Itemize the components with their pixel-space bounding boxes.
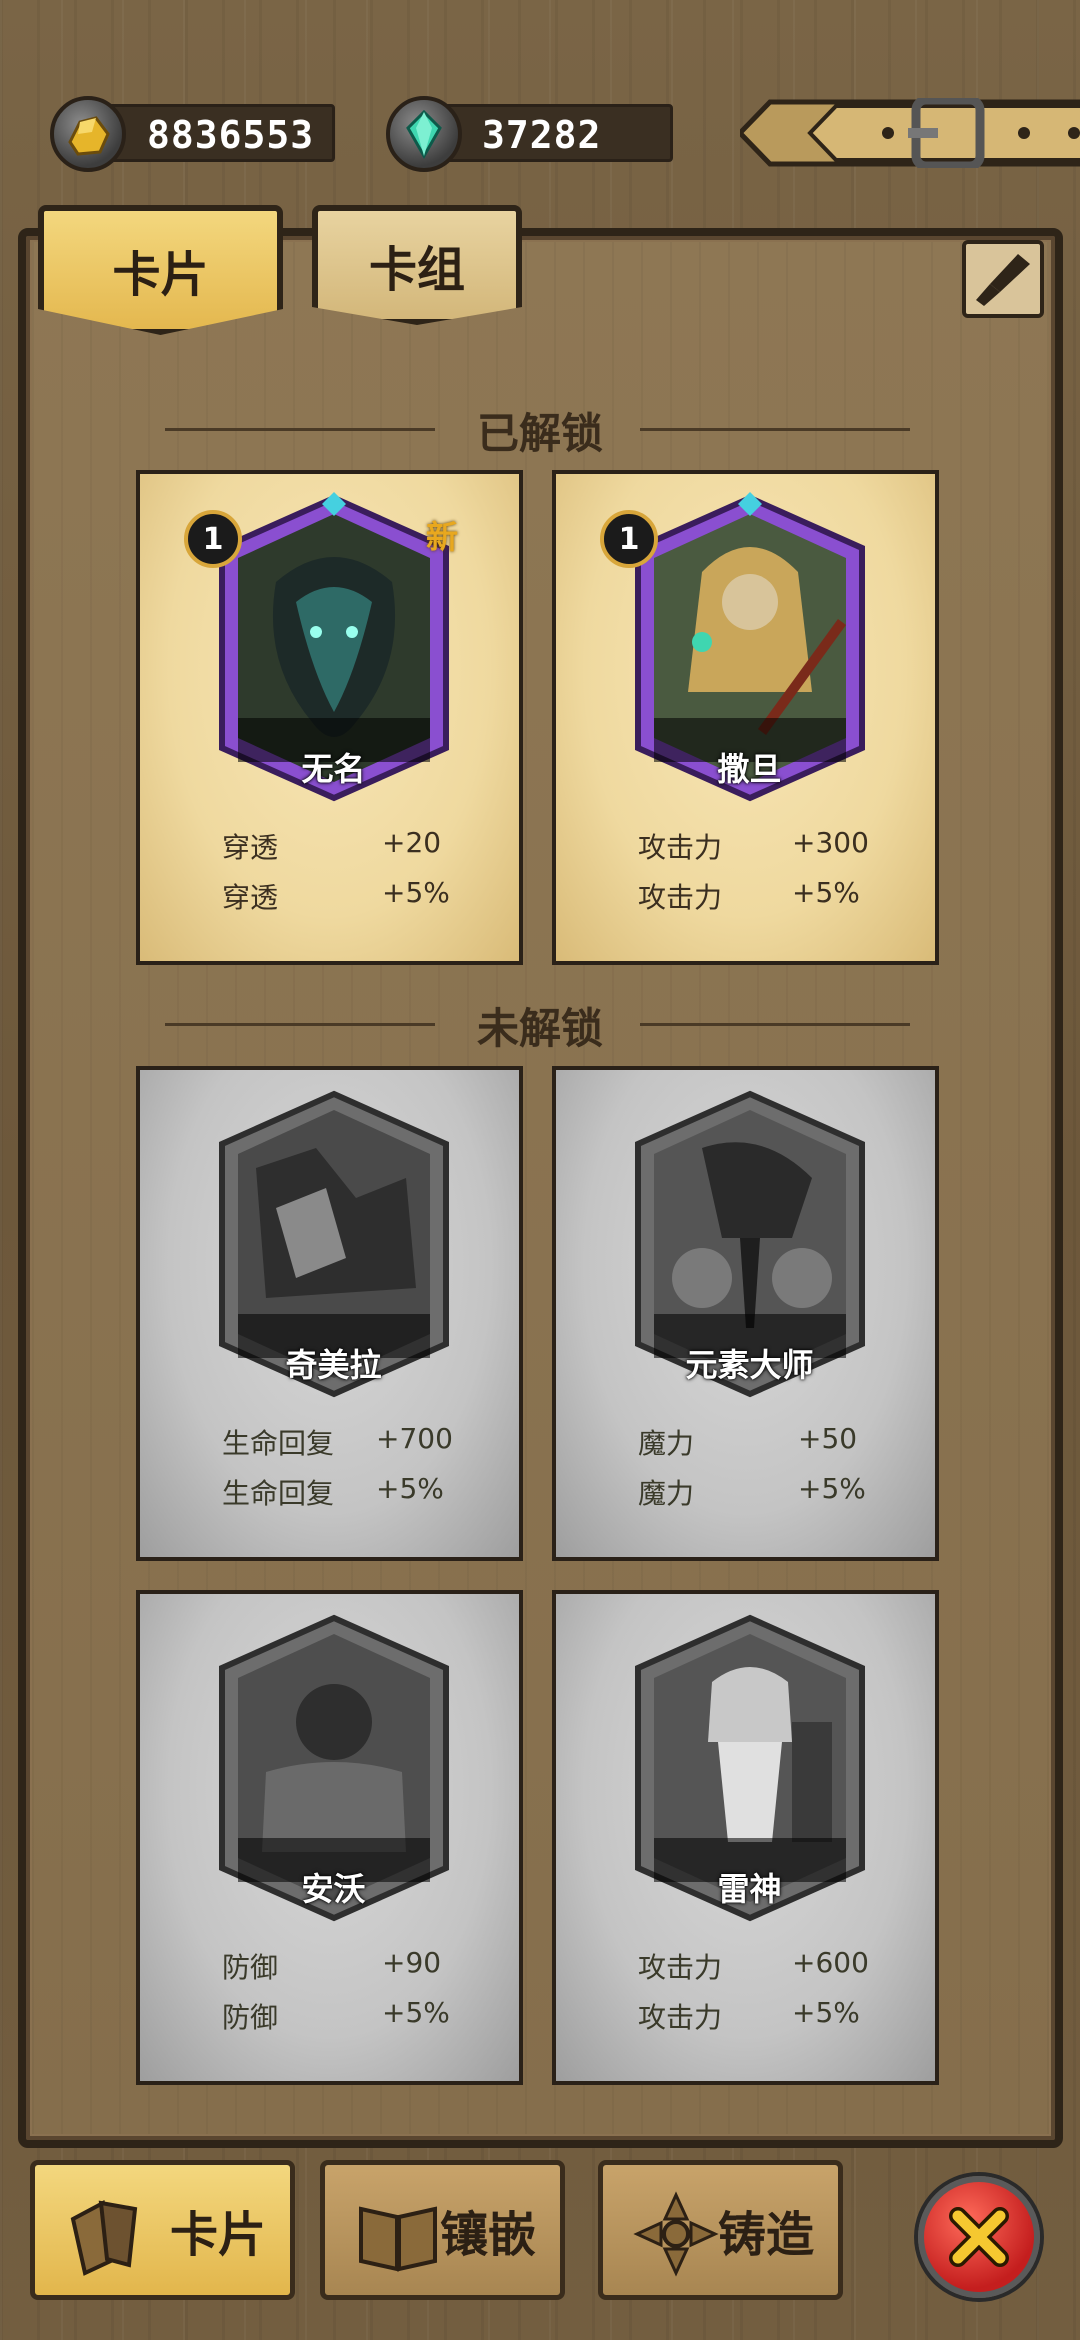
stat-label: 穿透 xyxy=(222,831,279,864)
stat-label: 生命回复 xyxy=(222,1477,335,1510)
stat-value: +5% xyxy=(792,1996,860,2029)
stat-label: 攻击力 xyxy=(638,1951,723,1984)
stat-label: 攻击力 xyxy=(638,881,723,914)
close-icon xyxy=(949,2207,1009,2267)
stat-label: 穿透 xyxy=(222,881,279,914)
stat-value: +300 xyxy=(792,826,869,859)
tab-decks[interactable]: 卡组 xyxy=(312,205,522,325)
card-name: 安沃 xyxy=(301,1870,366,1908)
crystal-gem-icon xyxy=(386,96,462,172)
stat-label: 防御 xyxy=(222,2001,279,2034)
nav-inlay-button[interactable]: 镶嵌 xyxy=(320,2160,565,2300)
card-name: 奇美拉 xyxy=(285,1346,382,1384)
gem-value: 37282 xyxy=(482,113,602,157)
stat-label: 魔力 xyxy=(638,1477,695,1510)
card-name: 元素大师 xyxy=(685,1346,814,1384)
stat-value: +5% xyxy=(376,1472,444,1505)
book-icon xyxy=(359,2206,437,2272)
card-item-locked[interactable]: 雷神 攻击力 +600 攻击力 +5% xyxy=(552,1590,939,2085)
card-item-locked[interactable]: 安沃 防御 +90 防御 +5% xyxy=(136,1590,523,2085)
stat-value: +5% xyxy=(798,1472,866,1505)
stat-value: +700 xyxy=(376,1422,453,1455)
level-badge: 1 xyxy=(184,510,242,568)
card-item-locked[interactable]: 元素大师 魔力 +50 魔力 +5% xyxy=(552,1066,939,1561)
resource-bar: 8836553 37282 xyxy=(0,0,1080,185)
new-badge: 新 xyxy=(426,518,459,556)
cards-icon xyxy=(70,2199,138,2276)
nav-forge-button[interactable]: 铸造 xyxy=(598,2160,843,2300)
stat-value: +5% xyxy=(792,876,860,909)
stat-value: +5% xyxy=(382,876,450,909)
stat-label: 攻击力 xyxy=(638,831,723,864)
stat-label: 生命回复 xyxy=(222,1427,335,1460)
gold-value: 8836553 xyxy=(147,113,315,157)
close-button[interactable] xyxy=(918,2176,1040,2298)
stat-value: +5% xyxy=(382,1996,450,2029)
stat-value: +600 xyxy=(792,1946,869,1979)
nav-label: 铸造 xyxy=(717,2207,814,2263)
brush-icon xyxy=(976,254,1030,306)
gold-ore-icon xyxy=(50,96,126,172)
card-item[interactable]: 1 撒旦 攻击力 +300 攻击力 +5% xyxy=(552,470,939,965)
belt-decoration xyxy=(740,98,1080,168)
stat-value: +90 xyxy=(382,1946,442,1979)
card-name: 撒旦 xyxy=(717,750,782,788)
nav-label: 卡片 xyxy=(169,2207,266,2263)
stat-label: 防御 xyxy=(222,1951,279,1984)
section-title-locked: 未解锁 xyxy=(476,1004,603,1053)
nav-cards-button[interactable]: 卡片 xyxy=(30,2160,295,2300)
card-item-locked[interactable]: 奇美拉 生命回复 +700 生命回复 +5% xyxy=(136,1066,523,1561)
nav-label: 镶嵌 xyxy=(439,2207,536,2263)
forge-icon xyxy=(633,2191,719,2277)
card-name: 雷神 xyxy=(717,1870,782,1908)
level-badge: 1 xyxy=(600,510,658,568)
tab-cards[interactable]: 卡片 xyxy=(38,205,283,335)
stat-value: +20 xyxy=(382,826,442,859)
card-item[interactable]: 1 新 无名 穿透 +20 穿透 +5% xyxy=(136,470,523,965)
stat-value: +50 xyxy=(798,1422,858,1455)
edit-button[interactable] xyxy=(962,240,1044,318)
stat-label: 魔力 xyxy=(638,1427,695,1460)
section-title-unlocked: 已解锁 xyxy=(476,409,603,458)
stat-label: 攻击力 xyxy=(638,2001,723,2034)
card-name: 无名 xyxy=(301,750,366,788)
